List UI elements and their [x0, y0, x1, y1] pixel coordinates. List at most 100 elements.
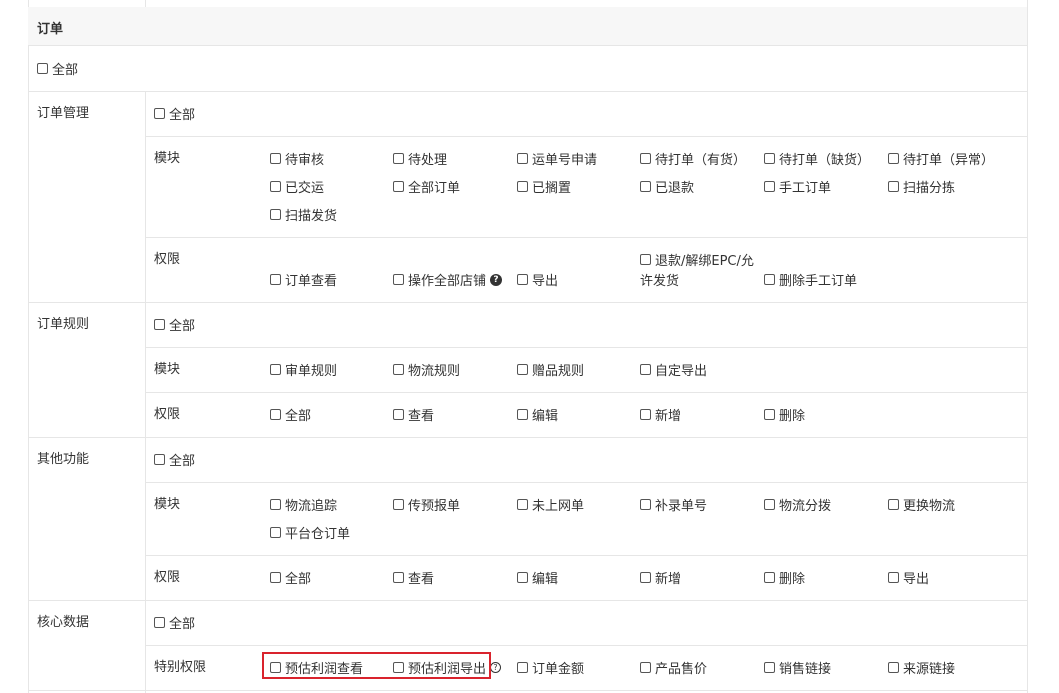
module-checkbox-refunded[interactable]: 已退款: [640, 177, 694, 196]
checkbox-box[interactable]: [270, 499, 281, 510]
perm-checkbox-edit[interactable]: 编辑: [517, 405, 558, 424]
perm-checkbox-view[interactable]: 查看: [393, 405, 434, 424]
checkbox-box[interactable]: [888, 572, 899, 583]
perm-checkbox-all-stores[interactable]: 操作全部店铺?: [393, 270, 503, 289]
checkbox-box[interactable]: [393, 153, 404, 164]
checkbox-box[interactable]: [270, 409, 281, 420]
checkbox-box[interactable]: [640, 572, 651, 583]
checkbox-box[interactable]: [764, 153, 775, 164]
checkbox-box[interactable]: [888, 499, 899, 510]
checkbox-box[interactable]: [154, 454, 165, 465]
perm-checkbox-refund-unbind[interactable]: 退款/解绑EPC/允: [640, 250, 754, 269]
checkbox-box[interactable]: [154, 319, 165, 330]
module-checkbox-review-rules[interactable]: 审单规则: [270, 360, 337, 379]
perm-checkbox-delete-manual[interactable]: 删除手工订单: [764, 270, 857, 289]
perm-checkbox-edit[interactable]: 编辑: [517, 568, 558, 587]
checkbox-box[interactable]: [888, 181, 899, 192]
checkbox-box[interactable]: [393, 409, 404, 420]
checkbox-box[interactable]: [393, 274, 404, 285]
perm-checkbox-order-view[interactable]: 订单查看: [270, 270, 337, 289]
module-checkbox-scan-ship[interactable]: 扫描发货: [270, 205, 337, 224]
checkbox-box[interactable]: [154, 617, 165, 628]
checkbox-box[interactable]: [270, 364, 281, 375]
module-checkbox-not-online[interactable]: 未上网单: [517, 495, 584, 514]
checkbox-box[interactable]: [37, 63, 48, 74]
checkbox-box[interactable]: [517, 409, 528, 420]
module-checkbox-pending-process[interactable]: 待处理: [393, 149, 447, 168]
checkbox-box[interactable]: [517, 181, 528, 192]
checkbox-box[interactable]: [764, 181, 775, 192]
perm-checkbox-delete[interactable]: 删除: [764, 405, 805, 424]
question-circle-icon[interactable]: ?: [490, 273, 503, 286]
module-checkbox-print-abnormal[interactable]: 待打单（异常）: [888, 149, 994, 168]
checkbox-box[interactable]: [517, 572, 528, 583]
checkbox-box[interactable]: [517, 274, 528, 285]
module-checkbox-on-hold[interactable]: 已搁置: [517, 177, 571, 196]
module-checkbox-platform-warehouse[interactable]: 平台仓订单: [270, 523, 350, 542]
module-checkbox-manual-orders[interactable]: 手工订单: [764, 177, 831, 196]
perm-checkbox-export[interactable]: 导出: [888, 568, 929, 587]
module-checkbox-logistics-rules[interactable]: 物流规则: [393, 360, 460, 379]
special-checkbox-product-price[interactable]: 产品售价: [640, 658, 707, 677]
checkbox-box[interactable]: [517, 499, 528, 510]
checkbox-box[interactable]: [517, 153, 528, 164]
module-checkbox-waybill-apply[interactable]: 运单号申请: [517, 149, 597, 168]
checkbox-box[interactable]: [393, 364, 404, 375]
checkbox-box[interactable]: [393, 499, 404, 510]
perm-checkbox-all[interactable]: 全部: [270, 568, 311, 587]
module-checkbox-all-orders[interactable]: 全部订单: [393, 177, 460, 196]
checkbox-box[interactable]: [640, 662, 651, 673]
perm-checkbox-all[interactable]: 全部: [270, 405, 311, 424]
module-checkbox-tracking[interactable]: 物流追踪: [270, 495, 337, 514]
checkbox-box[interactable]: [640, 364, 651, 375]
module-checkbox-print-instock[interactable]: 待打单（有货）: [640, 149, 746, 168]
checkbox-box[interactable]: [270, 209, 281, 220]
checkbox-box[interactable]: [640, 181, 651, 192]
other-all-checkbox[interactable]: 全部: [154, 450, 195, 469]
checkbox-box[interactable]: [640, 153, 651, 164]
select-all-checkbox[interactable]: 全部: [37, 59, 78, 78]
checkbox-box[interactable]: [764, 499, 775, 510]
module-checkbox-forecast[interactable]: 传预报单: [393, 495, 460, 514]
special-checkbox-order-amount[interactable]: 订单金额: [517, 658, 584, 677]
checkbox-box[interactable]: [764, 662, 775, 673]
module-checkbox-custom-export[interactable]: 自定导出: [640, 360, 707, 379]
module-checkbox-scan-sort[interactable]: 扫描分拣: [888, 177, 955, 196]
module-checkbox-shipped[interactable]: 已交运: [270, 177, 324, 196]
checkbox-box[interactable]: [517, 364, 528, 375]
special-checkbox-source-link[interactable]: 来源链接: [888, 658, 955, 677]
checkbox-box[interactable]: [270, 181, 281, 192]
checkbox-box[interactable]: [270, 153, 281, 164]
module-checkbox-print-outofstock[interactable]: 待打单（缺货）: [764, 149, 870, 168]
perm-checkbox-export[interactable]: 导出: [517, 270, 558, 289]
checkbox-box[interactable]: [888, 153, 899, 164]
order-rules-all-checkbox[interactable]: 全部: [154, 315, 195, 334]
checkbox-box[interactable]: [764, 274, 775, 285]
checkbox-box[interactable]: [393, 181, 404, 192]
checkbox-box[interactable]: [270, 274, 281, 285]
core-all-checkbox[interactable]: 全部: [154, 613, 195, 632]
checkbox-box[interactable]: [270, 572, 281, 583]
checkbox-box[interactable]: [393, 572, 404, 583]
checkbox-box[interactable]: [888, 662, 899, 673]
perm-checkbox-delete[interactable]: 删除: [764, 568, 805, 587]
question-circle-outline-icon[interactable]: ?: [490, 662, 502, 673]
module-checkbox-change-logistics[interactable]: 更换物流: [888, 495, 955, 514]
perm-checkbox-view[interactable]: 查看: [393, 568, 434, 587]
perm-checkbox-add[interactable]: 新增: [640, 568, 681, 587]
checkbox-box[interactable]: [764, 572, 775, 583]
checkbox-box[interactable]: [270, 527, 281, 538]
special-checkbox-sales-link[interactable]: 销售链接: [764, 658, 831, 677]
perm-checkbox-add[interactable]: 新增: [640, 405, 681, 424]
module-checkbox-pending-review[interactable]: 待审核: [270, 149, 324, 168]
module-checkbox-gift-rules[interactable]: 赠品规则: [517, 360, 584, 379]
checkbox-box[interactable]: [517, 662, 528, 673]
checkbox-box[interactable]: [640, 499, 651, 510]
checkbox-box[interactable]: [764, 409, 775, 420]
checkbox-box[interactable]: [154, 108, 165, 119]
module-checkbox-logistics-allocate[interactable]: 物流分拨: [764, 495, 831, 514]
checkbox-box[interactable]: [640, 409, 651, 420]
checkbox-box[interactable]: [640, 254, 651, 265]
module-checkbox-supplement-number[interactable]: 补录单号: [640, 495, 707, 514]
order-mgmt-all-checkbox[interactable]: 全部: [154, 104, 195, 123]
